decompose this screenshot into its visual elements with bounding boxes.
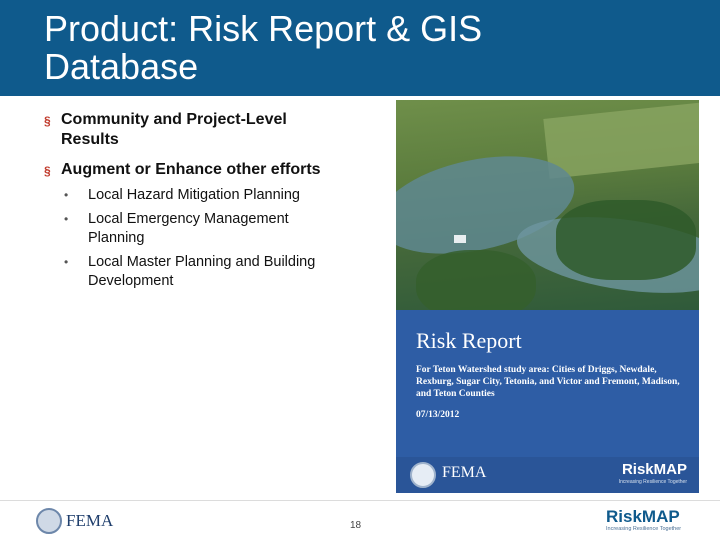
footer-fema-logo: FEMA bbox=[66, 511, 114, 530]
sub-bullet-text: Local Emergency Management Planning bbox=[88, 211, 289, 246]
sub-bullet-marker: • bbox=[64, 212, 69, 226]
dhs-seal-icon bbox=[410, 462, 436, 488]
sub-bullet-marker: • bbox=[64, 255, 69, 269]
sub-bullet-item: • Local Hazard Mitigation Planning bbox=[44, 186, 344, 205]
sub-bullet-item: • Local Master Planning and Building Dev… bbox=[44, 253, 344, 291]
cover-fema-logo: FEMA bbox=[442, 464, 487, 481]
title-line-2: Database bbox=[44, 46, 199, 87]
slide-title: Product: Risk Report & GIS Database bbox=[44, 10, 644, 86]
footer-divider bbox=[0, 500, 720, 501]
sub-bullet-item: • Local Emergency Management Planning bbox=[44, 210, 344, 248]
bullet-text: Community and Project-Level Results bbox=[61, 111, 287, 148]
cover-subtitle: For Teton Watershed study area: Cities o… bbox=[416, 365, 680, 399]
sub-bullet-marker: • bbox=[64, 188, 69, 202]
cover-tagline: Increasing Resilience Together bbox=[618, 479, 687, 485]
footer-riskmap-logo: RiskMAP bbox=[606, 507, 680, 527]
bullet-item: § Augment or Enhance other efforts bbox=[44, 160, 344, 180]
cover-text: Risk Report For Teton Watershed study ar… bbox=[416, 328, 691, 420]
cover-footer: FEMA RiskMAP Increasing Resilience Toget… bbox=[396, 457, 699, 493]
footer-tagline: Increasing Resilience Together bbox=[606, 526, 682, 532]
bullet-item: § Community and Project-Level Results bbox=[44, 110, 344, 150]
risk-report-cover-image: Risk Report For Teton Watershed study ar… bbox=[396, 100, 699, 493]
dhs-seal-icon bbox=[36, 508, 62, 534]
sub-bullet-text: Local Master Planning and Building Devel… bbox=[88, 254, 316, 289]
page-number: 18 bbox=[350, 520, 362, 531]
sub-bullet-list: • Local Hazard Mitigation Planning • Loc… bbox=[44, 186, 344, 291]
title-line-1: Product: Risk Report & GIS bbox=[44, 8, 483, 49]
cover-date: 07/13/2012 bbox=[416, 410, 460, 420]
bullet-text: Augment or Enhance other efforts bbox=[61, 161, 321, 178]
riskmap-risk: Risk bbox=[606, 507, 642, 526]
riskmap-map: MAP bbox=[641, 507, 680, 526]
aerial-flood-photo bbox=[396, 100, 699, 310]
cover-riskmap-logo: RiskMAP bbox=[621, 461, 687, 478]
bullet-list: § Community and Project-Level Results § … bbox=[44, 110, 344, 296]
bullet-marker: § bbox=[44, 114, 51, 128]
bullet-marker: § bbox=[44, 164, 51, 178]
title-bar: Product: Risk Report & GIS Database bbox=[0, 0, 720, 96]
sub-bullet-text: Local Hazard Mitigation Planning bbox=[88, 187, 300, 203]
cover-title: Risk Report bbox=[416, 328, 522, 353]
